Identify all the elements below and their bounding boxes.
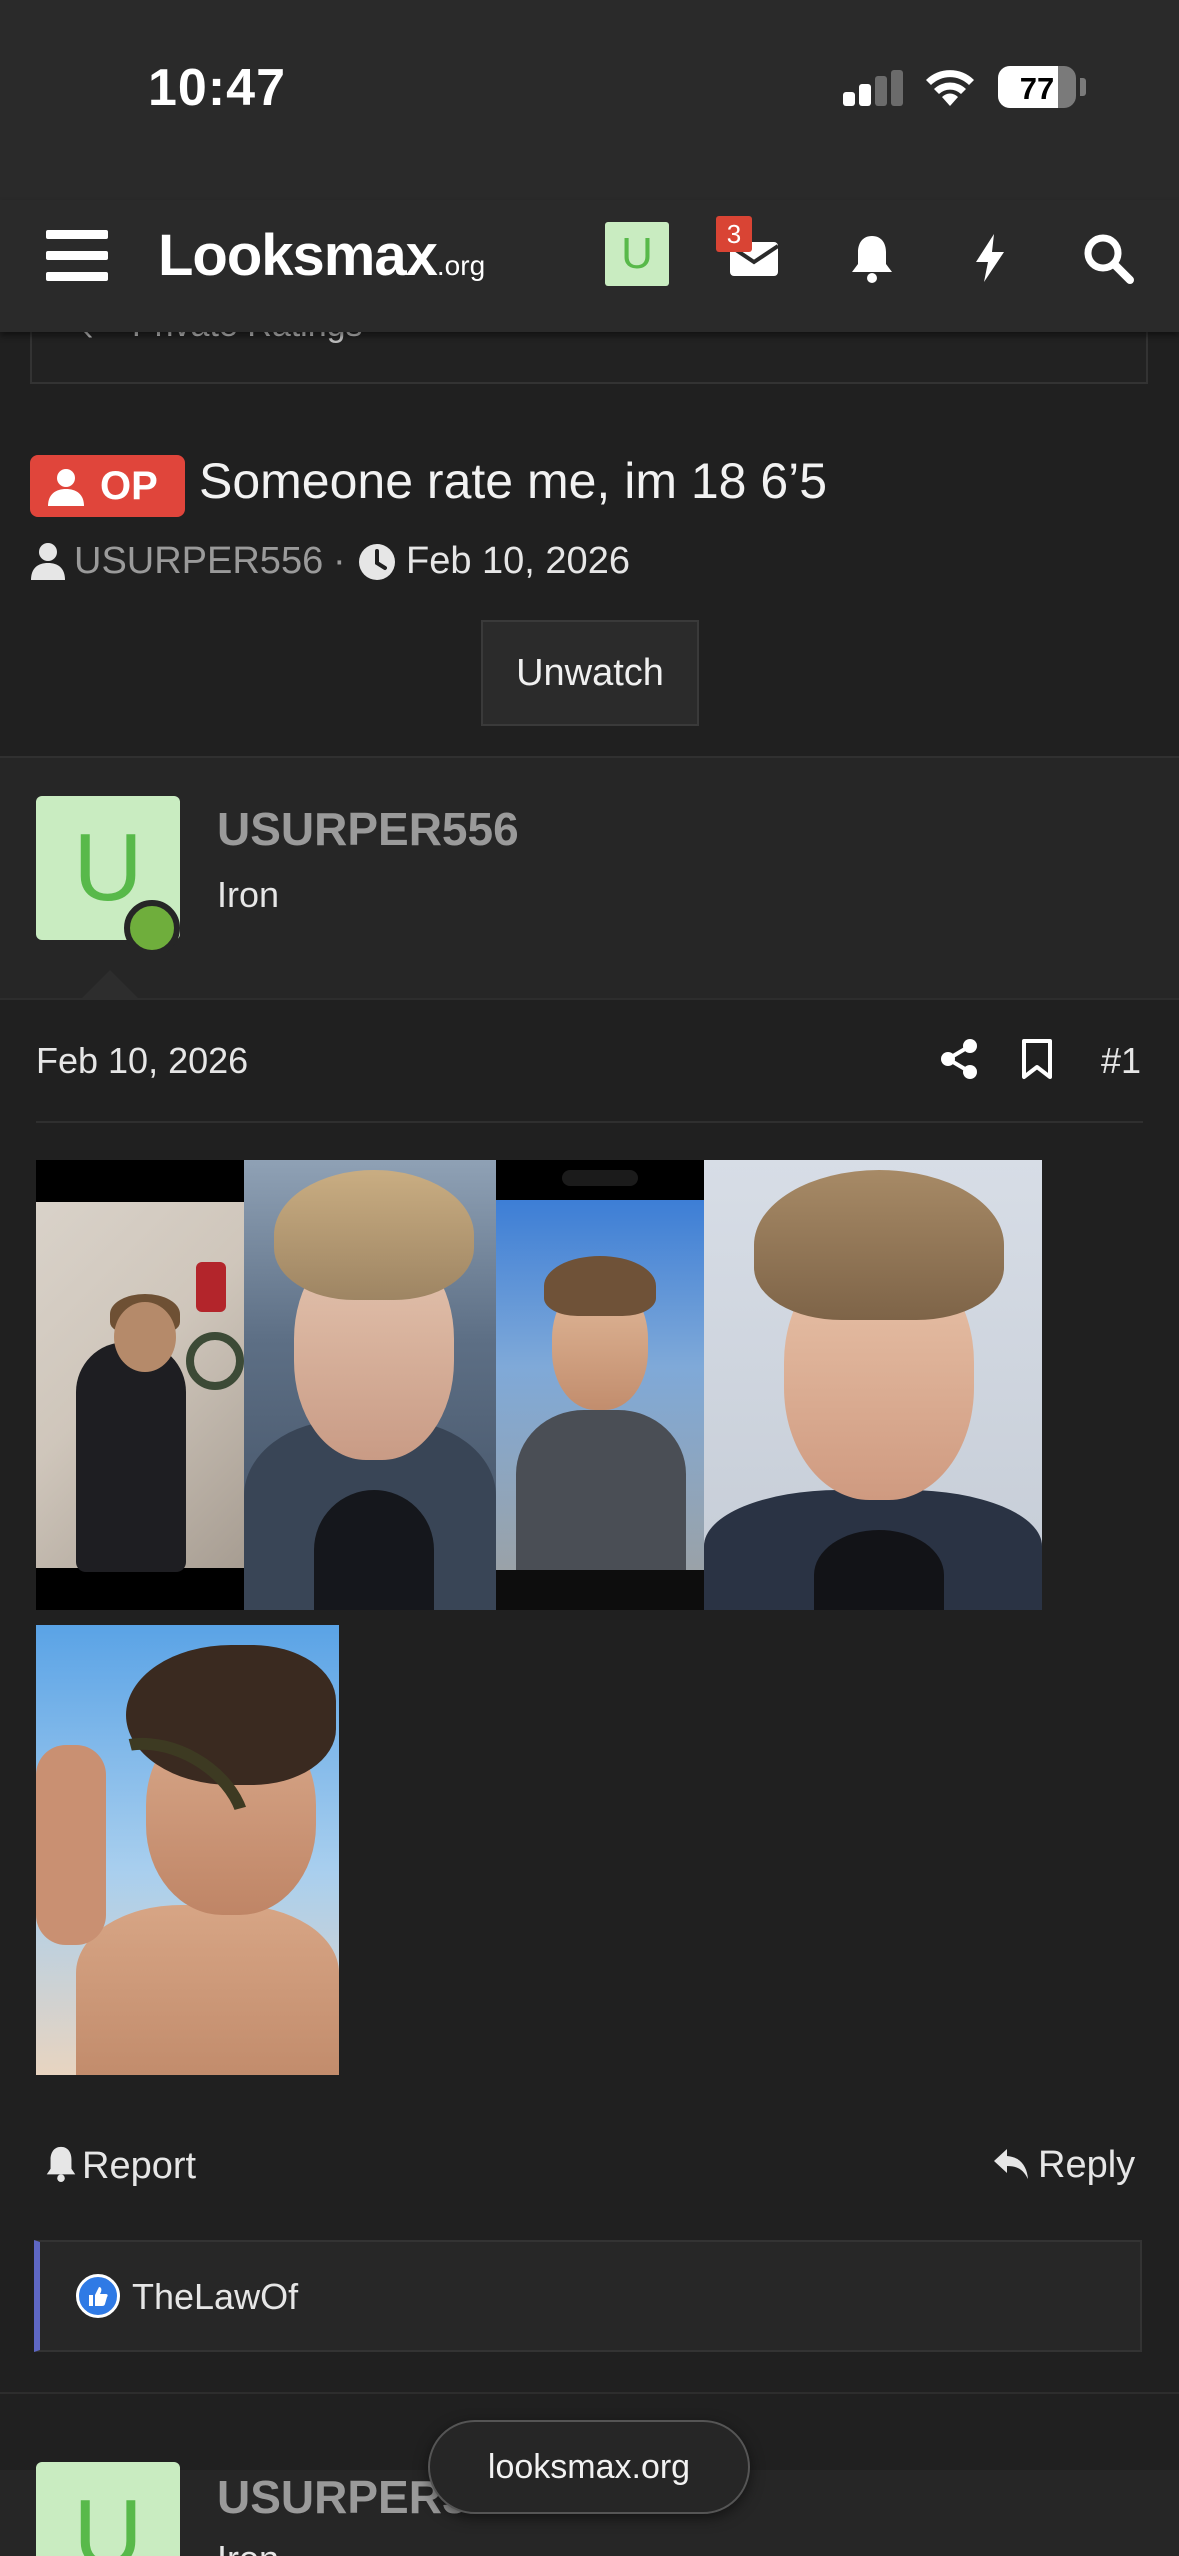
- reactions-bar[interactable]: TheLawOf: [34, 2240, 1142, 2352]
- divider: [0, 2392, 1179, 2394]
- op-badge-label: OP: [100, 464, 158, 508]
- user-rank: Iron: [217, 2538, 279, 2556]
- thread-title: Someone rate me, im 18 6’5: [199, 453, 828, 509]
- attachment-image[interactable]: [36, 1160, 244, 1610]
- attachment-image[interactable]: [704, 1160, 1042, 1610]
- attachment-image[interactable]: [244, 1160, 496, 1610]
- avatar[interactable]: U: [36, 2462, 180, 2556]
- user-rank: Iron: [217, 874, 280, 915]
- thread-date-link[interactable]: Feb 10, 2026: [406, 540, 630, 583]
- op-badge: OP: [30, 455, 185, 517]
- reply-label: Reply: [1038, 2144, 1136, 2186]
- search-icon[interactable]: [1080, 230, 1136, 286]
- online-status-indicator: [124, 900, 180, 956]
- user-icon: [48, 469, 84, 506]
- attachment-image[interactable]: [36, 1625, 339, 2075]
- unwatch-button[interactable]: Unwatch: [481, 620, 699, 726]
- divider: [0, 998, 1179, 1000]
- browser-url-pill[interactable]: looksmax.org: [428, 2420, 750, 2514]
- divider: [36, 1121, 1143, 1123]
- meta-separator: ·: [333, 540, 346, 582]
- share-icon[interactable]: [938, 1038, 980, 1080]
- cellular-signal-icon: [843, 70, 905, 106]
- battery-tip: [1080, 78, 1086, 96]
- logo-suffix: .org: [436, 250, 486, 281]
- bell-icon[interactable]: [844, 230, 900, 286]
- status-time: 10:47: [148, 59, 286, 117]
- bookmark-icon[interactable]: [1020, 1038, 1054, 1080]
- reply-icon: [994, 2149, 1028, 2179]
- messages-badge: 3: [716, 216, 752, 252]
- post-username[interactable]: USURPER556: [217, 802, 519, 856]
- report-label: Report: [82, 2145, 197, 2187]
- message-arrow: [82, 970, 138, 998]
- post-date-link[interactable]: Feb 10, 2026: [36, 1040, 248, 1082]
- thread-author-link[interactable]: USURPER556: [74, 540, 323, 583]
- battery-percent: 77: [1019, 71, 1055, 106]
- nav-user-avatar[interactable]: U: [605, 222, 669, 286]
- site-logo[interactable]: Looksmax.org: [158, 222, 485, 289]
- clock-icon: [359, 544, 395, 580]
- user-icon: [31, 543, 65, 580]
- report-button[interactable]: Report: [44, 2144, 196, 2188]
- hamburger-menu-icon[interactable]: [46, 230, 108, 282]
- attachment-image[interactable]: [496, 1160, 704, 1610]
- post-number-link[interactable]: #1: [1101, 1040, 1141, 1082]
- top-navbar: Looksmax.org U 3: [0, 200, 1179, 332]
- thumbs-up-icon: [76, 2274, 120, 2318]
- status-bar: 10:47 77: [0, 0, 1179, 200]
- battery-icon: 77: [998, 66, 1076, 108]
- reaction-users-link[interactable]: TheLawOf: [132, 2276, 298, 2318]
- reply-button[interactable]: Reply: [992, 2144, 1135, 2187]
- lightning-icon[interactable]: [962, 230, 1018, 286]
- post-user-block: U USURPER556 Iron: [0, 758, 1179, 998]
- bell-icon: [46, 2146, 76, 2182]
- wifi-icon: [926, 70, 974, 106]
- logo-text: Looksmax: [158, 223, 438, 288]
